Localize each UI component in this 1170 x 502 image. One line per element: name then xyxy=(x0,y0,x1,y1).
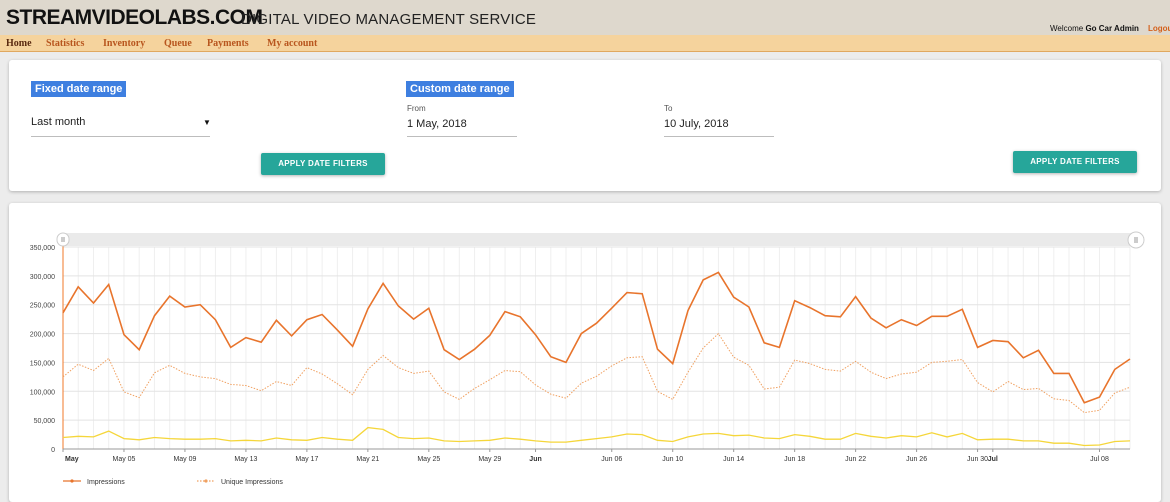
to-label: To xyxy=(664,104,673,113)
nav-queue[interactable]: Queue xyxy=(164,38,192,49)
nav-my-account[interactable]: My account xyxy=(267,38,317,49)
from-label: From xyxy=(407,104,426,113)
brand-logo[interactable]: STREAMVIDEOLABS.COM xyxy=(6,6,263,30)
custom-date-range-label: Custom date range xyxy=(406,81,514,97)
brand-tagline: DIGITAL VIDEO MANAGEMENT SERVICE xyxy=(241,11,537,28)
apply-fixed-filters-button[interactable]: APPLY DATE FILTERS xyxy=(261,153,385,175)
user-name: Go Car Admin xyxy=(1085,24,1139,33)
chart-card xyxy=(9,203,1161,502)
from-date-input[interactable]: 1 May, 2018 xyxy=(407,118,467,130)
logout-link[interactable]: Logou xyxy=(1148,24,1170,33)
top-header: STREAMVIDEOLABS.COM DIGITAL VIDEO MANAGE… xyxy=(0,0,1170,35)
fixed-range-select-underline xyxy=(31,136,210,137)
welcome-text: Welcome Go Car Admin xyxy=(1050,24,1139,33)
nav-home[interactable]: Home xyxy=(6,38,32,49)
to-date-input[interactable]: 10 July, 2018 xyxy=(664,118,729,130)
dropdown-arrow-icon[interactable]: ▼ xyxy=(203,118,211,127)
welcome-prefix: Welcome xyxy=(1050,24,1084,33)
date-filter-card xyxy=(9,60,1161,191)
to-date-underline xyxy=(664,136,774,137)
fixed-date-range-label: Fixed date range xyxy=(31,81,127,97)
nav-statistics[interactable]: Statistics xyxy=(46,38,84,49)
fixed-range-select-value[interactable]: Last month xyxy=(31,116,85,128)
nav-payments[interactable]: Payments xyxy=(207,38,249,49)
nav-inventory[interactable]: Inventory xyxy=(103,38,145,49)
from-date-underline xyxy=(407,136,517,137)
apply-custom-filters-button[interactable]: APPLY DATE FILTERS xyxy=(1013,151,1137,173)
